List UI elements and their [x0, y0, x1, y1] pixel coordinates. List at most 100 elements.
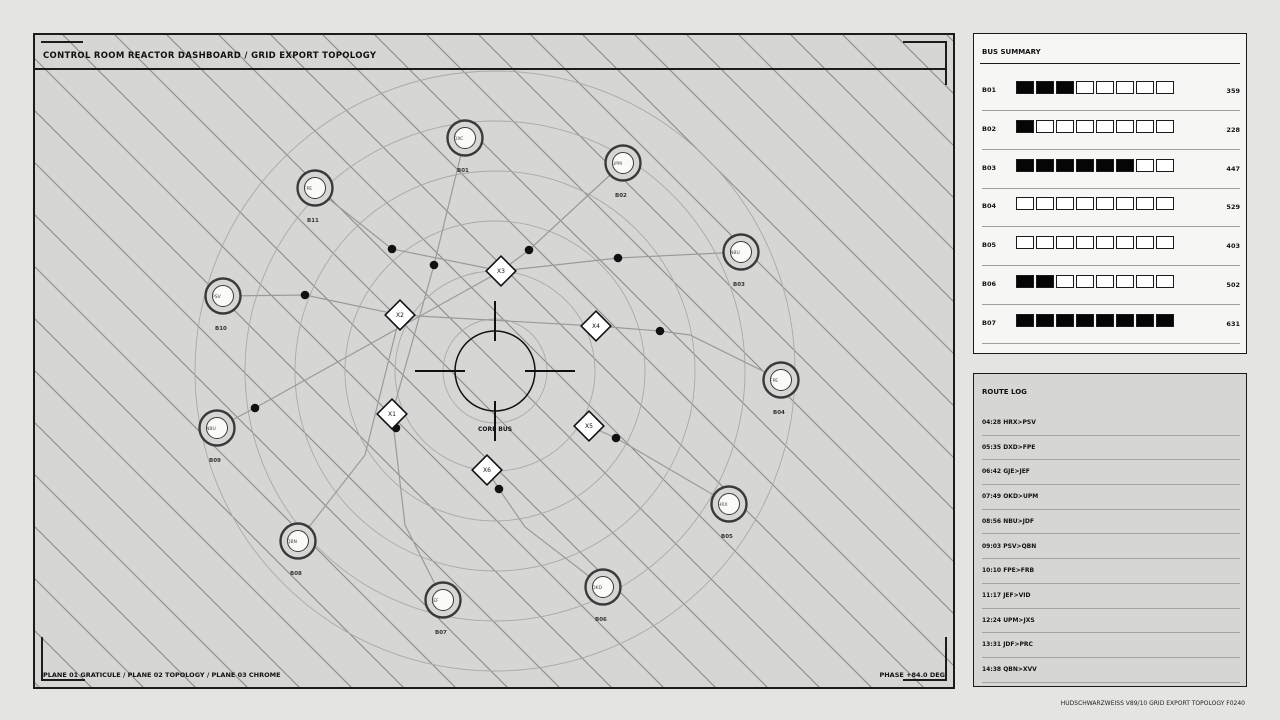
bus-row-id: B02	[982, 124, 996, 133]
bus-row[interactable]: B06 502	[982, 266, 1240, 305]
bus-row-value: 502	[1226, 281, 1240, 289]
bus-row[interactable]: B05 403	[982, 227, 1240, 267]
bus-load-cell	[1036, 236, 1054, 250]
graticule-line	[35, 578, 144, 687]
core-ring	[454, 330, 536, 412]
bus-node-b01[interactable]: DXC B01	[446, 119, 484, 175]
bus-node-code: HRX	[718, 502, 728, 508]
bus-row-value: 359	[1226, 87, 1240, 95]
route-log-entry[interactable]: 12:24 UPM>JXS	[982, 608, 1240, 634]
bus-load-cell	[1016, 119, 1034, 133]
route-log-text: 05:35 DXD>FPE	[982, 443, 1036, 451]
bus-node-label: B09	[209, 458, 221, 464]
junction-dot	[250, 403, 260, 413]
junction-dot	[655, 326, 665, 336]
bus-summary-divider	[980, 63, 1240, 64]
bus-load-cell	[1116, 236, 1134, 250]
bus-load-cell	[1036, 158, 1054, 172]
route-line	[216, 270, 502, 429]
topology-panel: CORE BUS X1 X2 X3 X4 X5 X6 DXC B01 UPM B02 NBU B03 FP…	[33, 33, 955, 689]
bus-node-code: UPM	[612, 161, 622, 167]
graticule-line	[686, 35, 953, 302]
route-log-entry[interactable]: 06:42 GJE>JEF	[982, 459, 1240, 486]
junction-label: X1	[388, 411, 396, 418]
bus-row[interactable]: B07 631	[982, 305, 1240, 344]
graticule-line	[322, 35, 953, 666]
corner-bracket-top-right	[903, 41, 947, 85]
route-log-text: 12:24 UPM>JXS	[982, 616, 1035, 624]
bus-node-label: B10	[215, 326, 227, 332]
junction-label: X6	[483, 467, 491, 474]
bus-load-cell	[1096, 119, 1114, 133]
topology-canvas: CORE BUS X1 X2 X3 X4 X5 X6 DXC B01 UPM B02 NBU B03 FP…	[35, 35, 953, 687]
bus-load-cell	[1076, 119, 1094, 133]
route-log-entry[interactable]: 11:17 JEF>VID	[982, 583, 1240, 609]
route-log-entry[interactable]: 09:03 PSV>QBN	[982, 534, 1240, 560]
bus-load-cell	[1016, 81, 1034, 94]
bus-node-code: PSV	[212, 294, 222, 300]
bus-load-cell	[1056, 119, 1074, 133]
graticule-line	[634, 35, 953, 354]
bus-row[interactable]: B04 529	[982, 188, 1240, 228]
graticule-line	[62, 35, 716, 687]
bus-load-cell	[1136, 81, 1154, 94]
route-log-text: 06:42 GJE>JEF	[982, 468, 1030, 476]
route-log-text: 13:31 JDF>PRC	[982, 641, 1033, 649]
bus-load-cell	[1036, 119, 1054, 133]
core-bus-label: CORE BUS	[478, 426, 512, 433]
route-log-entry[interactable]: 14:38 QBN>XVV	[982, 657, 1240, 683]
bus-load-cell	[1136, 119, 1154, 133]
route-log-entry[interactable]: 07:49 OKD>UPM	[982, 484, 1240, 510]
graticule-line	[35, 526, 196, 687]
corner-bracket-top-left	[41, 41, 83, 85]
bus-node-b10[interactable]: PSV B10	[204, 277, 242, 333]
route-log-entry[interactable]: 05:35 DXD>FPE	[982, 435, 1240, 461]
bus-load-cell	[1096, 158, 1114, 172]
junction-x6[interactable]: X6	[471, 454, 503, 486]
bus-node-code: JEF	[431, 598, 439, 604]
junction-x4[interactable]: X4	[580, 310, 612, 342]
bus-node-b07[interactable]: JEF B07	[424, 581, 462, 637]
junction-x1[interactable]: X1	[376, 398, 408, 430]
bus-node-b03[interactable]: NBU B03	[722, 233, 760, 289]
bus-row-value: 228	[1226, 125, 1240, 134]
bus-node-b09[interactable]: NBU B09	[198, 409, 236, 465]
bus-row[interactable]: B03 447	[982, 150, 1240, 189]
route-line	[595, 325, 782, 381]
bus-node-b11[interactable]: FPE B11	[296, 169, 334, 225]
graticule-line	[738, 35, 953, 250]
route-log-entry[interactable]: 13:31 JDF>PRC	[982, 632, 1240, 658]
route-log-entry[interactable]: 04:28 HRX>PSV	[982, 410, 1240, 436]
range-ring	[294, 170, 696, 572]
bus-load-cell	[1036, 275, 1054, 288]
bus-load-cell	[1036, 313, 1054, 327]
graticule-line	[35, 162, 560, 687]
bus-node-b04[interactable]: FPE B04	[762, 361, 800, 417]
bus-node-label: B11	[307, 218, 319, 224]
junction-dot	[611, 433, 621, 443]
route-log-text: 08:56 NBU>JDF	[982, 517, 1034, 525]
bus-load-cell	[1116, 81, 1134, 94]
bus-load-cell	[1116, 313, 1134, 327]
route-log-entry[interactable]: 10:10 FPE>FRB	[982, 558, 1240, 584]
route-log-text: 11:17 JEF>VID	[982, 591, 1031, 599]
graticule-line	[478, 35, 953, 510]
bus-load-cell	[1056, 81, 1074, 94]
bus-node-code: NBU	[206, 426, 216, 432]
bus-load-cell	[1076, 236, 1094, 250]
bus-summary-title: BUS SUMMARY	[982, 48, 1041, 56]
junction-dot	[429, 260, 439, 270]
bus-row-id: B01	[982, 86, 996, 94]
bus-load-cell	[1136, 236, 1154, 250]
junction-x2[interactable]: X2	[384, 299, 416, 331]
route-log-entry[interactable]: 08:56 NBU>JDF	[982, 509, 1240, 535]
junction-x3[interactable]: X3	[485, 255, 517, 287]
bus-row[interactable]: B01 359	[982, 72, 1240, 111]
route-line	[588, 425, 730, 505]
bus-row[interactable]: B02 228	[982, 111, 1240, 150]
bus-node-code: QBN	[287, 539, 297, 545]
bus-load-cell	[1056, 158, 1074, 172]
bus-load-cell	[1156, 275, 1174, 288]
junction-label: X5	[585, 423, 593, 430]
bus-load-cell	[1076, 81, 1094, 94]
